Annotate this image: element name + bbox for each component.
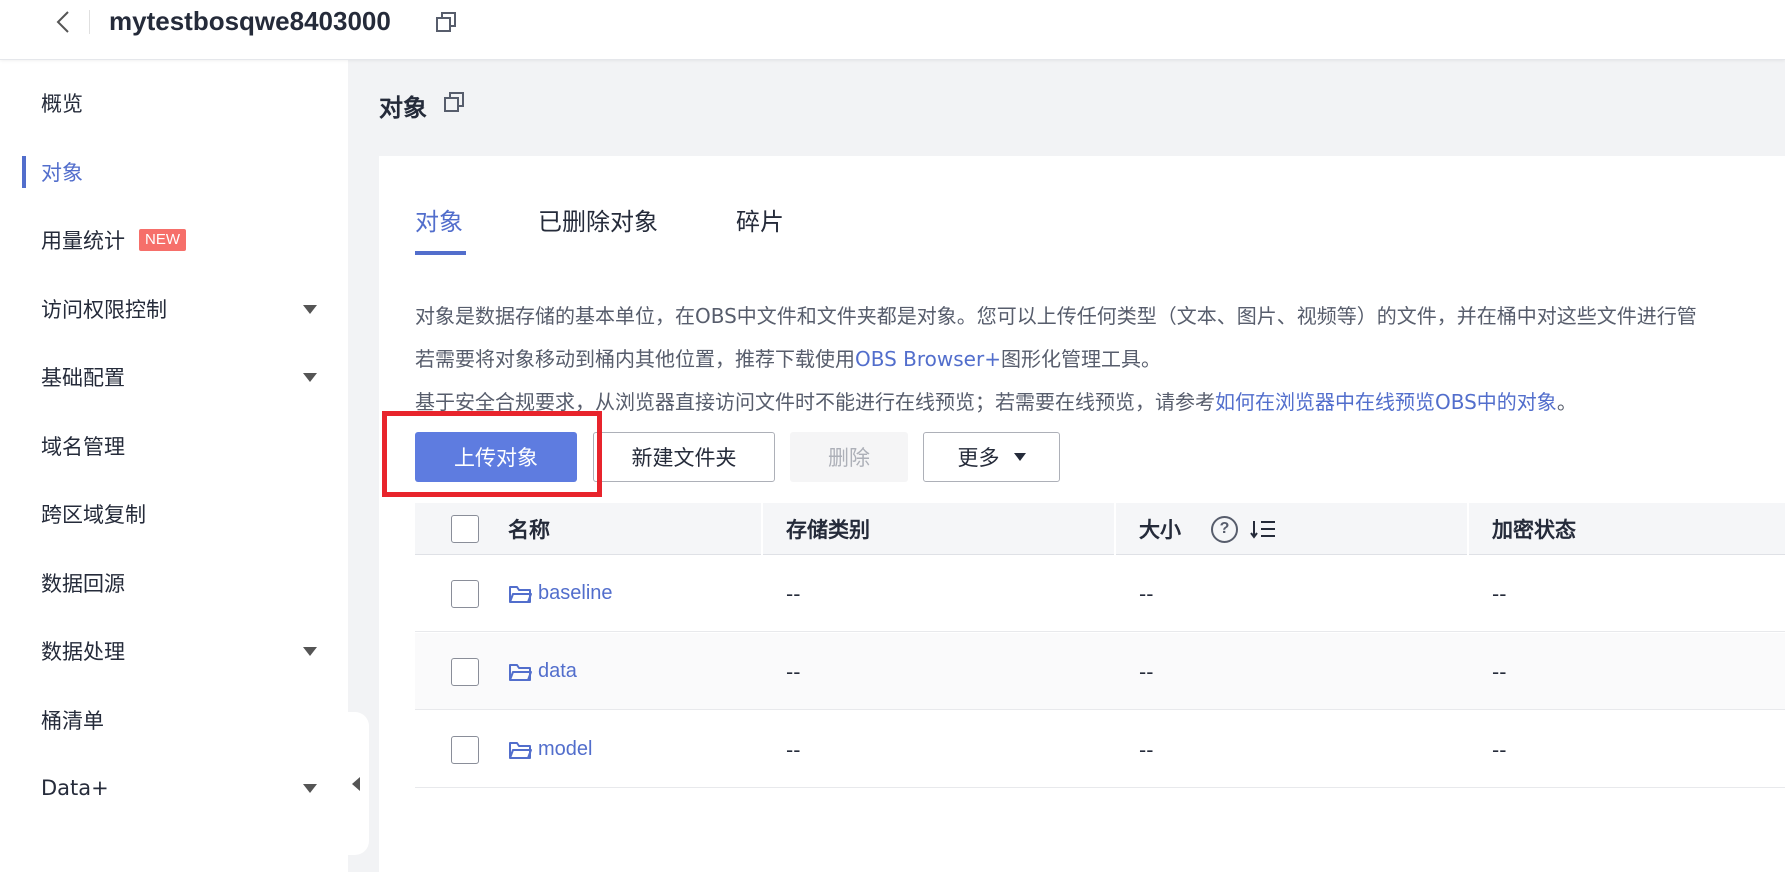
description-line-3: 基于安全合规要求，从浏览器直接访问文件时不能进行在线预览；若需要在线预览，请参考… — [415, 386, 1577, 415]
column-separator — [761, 503, 763, 555]
column-separator — [1467, 503, 1469, 555]
sidebar-item-bucket-inventory[interactable]: 桶清单 — [41, 705, 104, 735]
folder-icon — [509, 663, 532, 681]
description-text: 若需要将对象移动到桶内其他位置，推荐下载使用 — [415, 347, 855, 371]
help-icon[interactable]: ? — [1211, 515, 1238, 543]
folder-link[interactable]: data — [508, 633, 577, 710]
column-header-size-label: 大小 — [1139, 518, 1181, 542]
description-text: 图形化管理工具。 — [1000, 347, 1161, 371]
folder-link[interactable]: baseline — [508, 555, 613, 632]
sidebar-item-label: 概览 — [41, 92, 83, 116]
row-checkbox[interactable] — [451, 736, 479, 764]
tab-fragments[interactable]: 碎片 — [736, 202, 784, 237]
sidebar-item-basic-config[interactable]: 基础配置 — [41, 362, 125, 392]
button-label: 上传对象 — [454, 446, 538, 470]
sidebar-item-label: 跨区域复制 — [41, 503, 146, 527]
folder-icon — [509, 585, 532, 603]
sidebar-item-label: 数据回源 — [41, 572, 125, 596]
column-separator — [1114, 503, 1116, 555]
chevron-down-icon[interactable] — [303, 373, 317, 382]
bucket-name: mytestbosqwe8403000 — [109, 6, 391, 36]
sidebar-item-label: 基础配置 — [41, 366, 125, 390]
encryption-cell: -- — [1492, 659, 1507, 684]
storage-class-cell: -- — [786, 737, 801, 762]
sidebar-item-label: Data+ — [41, 776, 109, 800]
folder-name: baseline — [538, 582, 613, 604]
button-label: 删除 — [828, 446, 870, 470]
top-bar: mytestbosqwe8403000 — [0, 0, 1785, 60]
upload-object-button[interactable]: 上传对象 — [415, 432, 577, 482]
copy-icon[interactable] — [443, 91, 465, 113]
obs-browser-link[interactable]: OBS Browser+ — [855, 347, 1001, 371]
folder-icon — [509, 741, 532, 759]
column-header-name: 名称 — [508, 518, 550, 542]
sidebar-item-data-plus[interactable]: Data+ — [41, 773, 109, 803]
sidebar-item-domain-management[interactable]: 域名管理 — [41, 431, 125, 461]
online-preview-help-link[interactable]: 如何在浏览器中在线预览OBS中的对象 — [1215, 390, 1557, 414]
page-title: 对象 — [379, 94, 427, 122]
new-badge: NEW — [139, 229, 186, 251]
sidebar-item-cross-region-replication[interactable]: 跨区域复制 — [41, 499, 146, 529]
storage-class-cell: -- — [786, 581, 801, 606]
folder-link[interactable]: model — [508, 711, 592, 788]
copy-icon[interactable] — [435, 11, 457, 33]
new-folder-button[interactable]: 新建文件夹 — [593, 432, 775, 482]
storage-class-cell: -- — [786, 659, 801, 684]
size-cell: -- — [1139, 737, 1154, 762]
column-header-storage-class: 存储类别 — [786, 518, 870, 542]
sidebar-active-indicator — [22, 156, 26, 188]
table-row: data -- -- -- — [415, 633, 1785, 710]
sidebar-item-label: 访问权限控制 — [41, 298, 167, 322]
dropdown-caret-icon — [1013, 453, 1026, 461]
sidebar-item-label: 桶清单 — [41, 709, 104, 733]
sidebar-item-usage-statistics[interactable]: 用量统计 NEW — [41, 225, 186, 255]
tab-active-indicator — [415, 251, 466, 255]
folder-name: model — [538, 738, 593, 760]
button-label: 更多 — [957, 446, 1000, 470]
chevron-down-icon[interactable] — [303, 784, 317, 793]
sidebar-item-label: 用量统计 — [41, 229, 125, 253]
sidebar-item-overview[interactable]: 概览 — [41, 88, 83, 118]
sidebar-item-label: 域名管理 — [41, 435, 125, 459]
sort-icon[interactable] — [1250, 518, 1276, 540]
description-text: 。 — [1556, 390, 1577, 414]
description-line-2: 若需要将对象移动到桶内其他位置，推荐下载使用OBS Browser+图形化管理工… — [415, 343, 1161, 372]
table-row: baseline -- -- -- — [415, 555, 1785, 632]
folder-name: data — [538, 660, 577, 682]
sidebar-item-access-control[interactable]: 访问权限控制 — [41, 294, 167, 324]
chevron-down-icon[interactable] — [303, 305, 317, 314]
row-checkbox[interactable] — [451, 580, 479, 608]
collapse-sidebar-icon[interactable] — [339, 712, 369, 855]
button-label: 新建文件夹 — [631, 446, 737, 470]
column-header-size: 大小 ? — [1139, 503, 1276, 555]
tab-deleted-objects[interactable]: 已删除对象 — [538, 202, 658, 237]
description-text: 基于安全合规要求，从浏览器直接访问文件时不能进行在线预览；若需要在线预览，请参考 — [415, 390, 1215, 414]
table-header: 名称 存储类别 大小 ? 加密状态 — [415, 503, 1785, 555]
sidebar-item-data-processing[interactable]: 数据处理 — [41, 636, 125, 666]
sidebar-item-label: 数据处理 — [41, 640, 125, 664]
header-divider — [89, 10, 90, 34]
sidebar-item-objects[interactable]: 对象 — [41, 157, 83, 187]
delete-button[interactable]: 删除 — [790, 432, 908, 482]
sidebar-item-back-to-source[interactable]: 数据回源 — [41, 568, 125, 598]
size-cell: -- — [1139, 581, 1154, 606]
encryption-cell: -- — [1492, 581, 1507, 606]
sidebar-item-label: 对象 — [41, 161, 83, 185]
back-arrow-icon[interactable] — [50, 9, 76, 35]
size-cell: -- — [1139, 659, 1154, 684]
encryption-cell: -- — [1492, 737, 1507, 762]
chevron-down-icon[interactable] — [303, 647, 317, 656]
row-checkbox[interactable] — [451, 658, 479, 686]
more-button[interactable]: 更多 — [923, 432, 1060, 482]
tab-objects[interactable]: 对象 — [415, 202, 463, 237]
column-header-encryption: 加密状态 — [1492, 518, 1576, 542]
description-line-1: 对象是数据存储的基本单位，在OBS中文件和文件夹都是对象。您可以上传任何类型（文… — [415, 304, 1697, 328]
select-all-checkbox[interactable] — [451, 515, 479, 543]
table-row: model -- -- -- — [415, 711, 1785, 788]
